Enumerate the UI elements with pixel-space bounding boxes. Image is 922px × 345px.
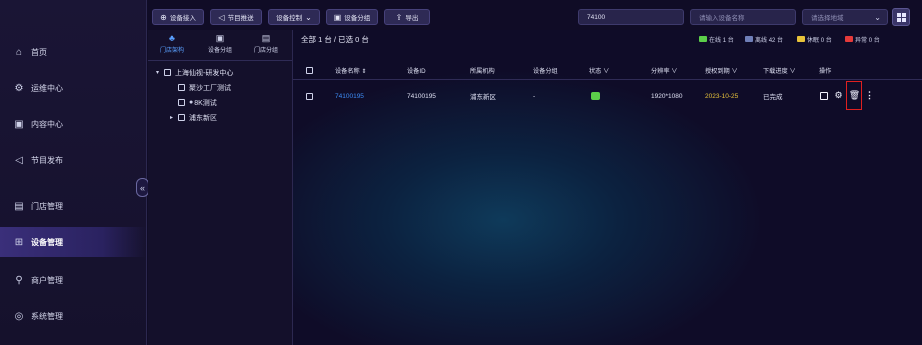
send-icon: ◁: [218, 12, 225, 22]
nav-item-label: 首页: [31, 47, 47, 57]
online-swatch: [699, 36, 707, 42]
org-cell: 浦东新区: [470, 94, 496, 101]
legend-offline: 离线 42 台: [745, 34, 783, 44]
grid-view-button[interactable]: [892, 8, 910, 26]
content-icon: ▣: [14, 118, 24, 130]
col-status[interactable]: 状态 ∨: [589, 61, 609, 79]
nav-item-label: 系统管理: [31, 311, 63, 321]
export-icon: ⇪: [395, 12, 403, 22]
highlight-box: [846, 81, 862, 110]
table-row: 74100195 74100195 浦东新区 - 1920*1080 2023-…: [293, 86, 922, 106]
tree-checkbox[interactable]: [178, 99, 185, 106]
home-icon: ⌂: [15, 46, 23, 58]
monitor-icon[interactable]: [818, 90, 829, 101]
legend-error: 异常 0 台: [845, 34, 880, 44]
tab-device-group[interactable]: ▣ 设备分组: [200, 32, 240, 58]
tab-store-structure[interactable]: ♣ 门店架构: [152, 32, 192, 58]
ops-icon: ⚙: [14, 82, 24, 94]
offline-swatch: [745, 36, 753, 42]
nav-item-label: 门店管理: [31, 201, 63, 211]
structure-icon: ♣: [169, 33, 175, 43]
org-tree-panel: ♣ 门店架构 ▣ 设备分组 ▤ 门店分组 ▾ 上海仙视-研发中心 聚沙工厂测试 …: [148, 30, 293, 345]
device-id-cell: 74100195: [407, 92, 436, 100]
col-resolution[interactable]: 分辨率 ∨: [651, 61, 677, 79]
nav-item-merchant[interactable]: ⚲ 商户管理: [0, 265, 146, 295]
tab-store-group[interactable]: ▤ 门店分组: [246, 32, 286, 58]
nav-item-content[interactable]: ▣ 内容中心: [0, 109, 146, 139]
row-checkbox[interactable]: [306, 86, 317, 106]
nav-item-label: 商户管理: [31, 275, 63, 285]
error-swatch: [845, 36, 853, 42]
add-device-button[interactable]: ⊕ 设备接入: [152, 9, 204, 25]
search-input[interactable]: 74100: [578, 9, 684, 25]
settings-icon[interactable]: ⚙: [833, 90, 844, 101]
status-cell: [591, 86, 600, 106]
tree-node[interactable]: ▸ 浦东新区: [170, 112, 217, 123]
tree-checkbox[interactable]: [178, 84, 185, 91]
nav-item-system[interactable]: ◎ 系统管理: [0, 301, 146, 331]
group-icon: ▣: [333, 12, 342, 22]
col-device-id: 设备ID: [407, 67, 426, 75]
system-icon: ◎: [14, 310, 24, 322]
device-group-button[interactable]: ▣ 设备分组: [326, 9, 378, 25]
merchant-icon: ⚲: [15, 274, 23, 286]
tree-node[interactable]: 聚沙工厂测试: [178, 82, 231, 93]
plus-circle-icon: ⊕: [160, 12, 167, 22]
sleep-swatch: [797, 36, 805, 42]
device-name-input[interactable]: 请输入设备名称: [690, 9, 796, 25]
col-expiry[interactable]: 授权到期 ∨: [705, 61, 738, 79]
tree-tabs: ♣ 门店架构 ▣ 设备分组 ▤ 门店分组: [148, 30, 292, 61]
nav-item-label: 设备管理: [31, 237, 63, 247]
chevron-down-icon: ⌄: [874, 12, 881, 22]
dot-icon: ●: [189, 99, 194, 106]
device-name-link[interactable]: 74100195: [335, 86, 364, 106]
region-select[interactable]: 请选择地域 ⌄: [802, 9, 888, 25]
nav-item-device[interactable]: ⊞ 设备管理: [0, 227, 146, 257]
select-all-checkbox[interactable]: [306, 61, 317, 79]
legend-sleep: 休眠 0 台: [797, 34, 832, 44]
col-org: 所属机构: [470, 67, 495, 75]
resolution-cell: 1920*1080: [651, 92, 683, 100]
device-control-dropdown[interactable]: 设备控制 ⌄: [268, 9, 320, 25]
col-progress[interactable]: 下载进度 ∨: [763, 61, 796, 79]
store-group-icon: ▤: [261, 33, 271, 43]
sidebar: ⌂ 首页 ⚙ 运维中心 ▣ 内容中心 ◁ 节目发布 ▤ 门店管理 ⊞ 设备管理 …: [0, 0, 149, 345]
device-table-panel: 全部 1 台 / 已选 0 台 在线 1 台 离线 42 台 休眠 0 台 异常…: [293, 30, 922, 345]
tree-node[interactable]: ● 8K测试: [178, 97, 217, 108]
store-icon: ▤: [14, 200, 24, 212]
nav-item-label: 节目发布: [31, 155, 63, 165]
col-group: 设备分组: [533, 67, 558, 75]
nav-item-publish[interactable]: ◁ 节目发布: [0, 145, 146, 175]
more-options-icon[interactable]: ⋮: [864, 90, 875, 101]
publish-button[interactable]: ◁ 节目推送: [210, 9, 262, 25]
expiry-cell: 2023-10-25: [705, 92, 739, 100]
nav-item-home[interactable]: ⌂ 首页: [0, 37, 146, 67]
chevron-down-icon: ⌄: [305, 12, 312, 22]
legend-online: 在线 1 台: [699, 34, 734, 44]
nav-item-store[interactable]: ▤ 门店管理: [0, 191, 146, 221]
group-icon: ▣: [215, 33, 225, 43]
table-header: 设备名称 ⇕ 设备ID 所属机构 设备分组 状态 ∨ 分辨率 ∨ 授权到期 ∨ …: [293, 61, 922, 80]
tree-node-root[interactable]: ▾ 上海仙视-研发中心: [156, 67, 233, 78]
progress-cell: 已完成: [763, 94, 783, 101]
toolbar: ⊕ 设备接入 ◁ 节目推送 设备控制 ⌄ ▣ 设备分组 ⇪ 导出 74100 请…: [148, 5, 922, 29]
selection-summary: 全部 1 台 / 已选 0 台: [301, 34, 369, 44]
tree-checkbox[interactable]: [178, 114, 185, 121]
group-cell: -: [533, 92, 536, 100]
grid-icon: [896, 12, 906, 22]
tree-checkbox[interactable]: [164, 69, 171, 76]
export-button[interactable]: ⇪ 导出: [384, 9, 430, 25]
col-actions: 操作: [819, 67, 832, 75]
device-icon: ⊞: [14, 236, 24, 248]
nav-item-label: 内容中心: [31, 119, 63, 129]
col-device-name[interactable]: 设备名称 ⇕: [335, 61, 367, 79]
caret-down-icon: ▾: [156, 70, 160, 76]
send-icon: ◁: [15, 154, 23, 166]
caret-right-icon: ▸: [170, 115, 174, 121]
nav-item-label: 运维中心: [31, 83, 63, 93]
status-online-icon: [591, 92, 600, 100]
app-frame: ⌂ 首页 ⚙ 运维中心 ▣ 内容中心 ◁ 节目发布 ▤ 门店管理 ⊞ 设备管理 …: [0, 0, 922, 345]
nav-item-ops[interactable]: ⚙ 运维中心: [0, 73, 146, 103]
